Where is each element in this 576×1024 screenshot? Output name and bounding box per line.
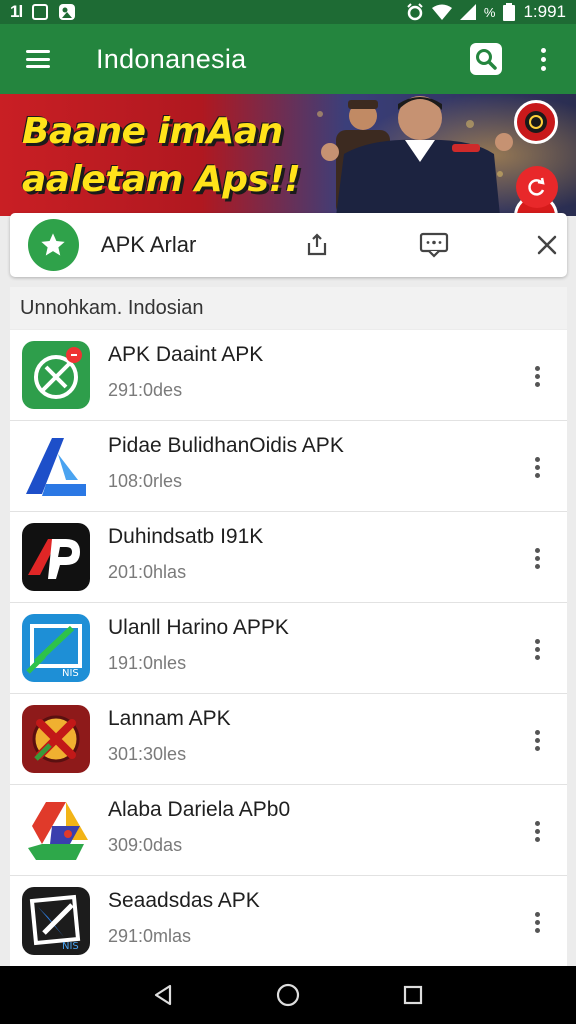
green-compass-icon [22,341,90,409]
app-name: Pidae BulidhanOidis APK [108,434,344,457]
item-more-button[interactable] [521,358,553,394]
list-item[interactable]: APK Daaint APK 291:0des [10,330,567,421]
back-icon [154,984,171,1006]
status-bar: 1l % 1:991 [0,0,576,24]
close-button[interactable] [528,225,567,265]
list-item[interactable]: Lannam APK 301:30les [10,694,567,785]
alarm-icon [407,3,423,21]
more-vert-icon [534,911,540,933]
app-bar: Indonanesia [0,24,576,94]
more-vert-icon [534,547,540,569]
search-button[interactable] [462,24,510,94]
status-time: 1:991 [523,2,566,21]
status-right: % 1:991 [406,2,566,22]
status-left-text: 1l [10,2,23,21]
list-item[interactable]: Pidae BulidhanOidis APK 108:0rles [10,421,567,512]
share-button[interactable] [298,225,337,265]
emblem-icon [525,111,547,133]
list-item[interactable]: NIS Seaadsdas APK 291:0mlas [10,876,567,967]
comment-button[interactable] [415,225,454,265]
card-label: APK Arlar [100,232,197,257]
svg-text:NIS: NIS [62,668,79,679]
status-left: 1l [10,2,76,22]
item-more-button[interactable] [521,631,553,667]
blue-check-icon: NIS [22,614,90,682]
comment-icon [420,232,449,258]
app-title: Indonanesia [96,43,247,74]
app-size: 301:30les [108,744,187,764]
app-size: 291:0mlas [108,926,192,946]
item-more-button[interactable] [521,449,553,485]
banner-action-button[interactable] [516,166,558,208]
close-icon [538,235,557,255]
item-more-button[interactable] [521,813,553,849]
drive-triangle-icon [22,796,90,864]
more-vert-icon [534,365,540,387]
app-size: 291:0des [108,380,183,400]
home-icon [276,983,300,1007]
blue-arrow-icon [22,432,90,500]
app-name: APK Daaint APK [108,343,264,366]
item-more-button[interactable] [521,540,553,576]
apk-download-card: APK Arlar [10,213,567,277]
overflow-menu-button[interactable] [528,24,558,94]
app-size: 108:0rles [108,471,183,491]
red-cross-icon [22,705,90,773]
list-item[interactable]: Duhindsatb I91K 201:0hlas [10,512,567,603]
app-size: 309:0das [108,835,183,855]
dark-bolt-icon: NIS [22,887,90,955]
banner-line-2: aaletam Aps!! [22,159,301,200]
app-name: Alaba Dariela APb0 [108,798,291,821]
signal-icon [459,4,476,20]
menu-button[interactable] [0,24,76,94]
more-vert-icon [534,729,540,751]
more-vert-icon [540,47,546,71]
black-ap-icon [22,523,90,591]
list-item[interactable]: Alaba Dariela APb0 309:0das [10,785,567,876]
wifi-icon [431,4,452,20]
search-icon [470,43,502,75]
star-icon[interactable] [28,219,79,271]
gallery-icon [59,4,76,20]
app-list: APK Daaint APK 291:0des Pidae BulidhanOi… [10,330,567,967]
more-vert-icon [534,638,540,660]
battery-icon [503,3,516,21]
app-name: Lannam APK [108,707,231,730]
notification-icon [32,4,49,20]
banner-headline: Baane imAan aaletam Aps!! [22,108,301,204]
svg-text:NIS: NIS [62,941,79,952]
recents-button[interactable] [389,971,437,1019]
home-button[interactable] [264,971,312,1019]
banner-line-1: Baane imAan [22,111,283,152]
app-name: Seaadsdas APK [108,889,260,912]
promo-banner[interactable]: Baane imAan aaletam Aps!! [0,94,576,216]
system-nav-bar [0,966,576,1024]
more-vert-icon [534,456,540,478]
app-name: Ulanll Harino APPK [108,616,289,639]
item-more-button[interactable] [521,904,553,940]
app-name: Duhindsatb I91K [108,525,264,548]
list-item[interactable]: NIS Ulanll Harino APPK 191:0nles [10,603,567,694]
app-size: 191:0nles [108,653,187,673]
hamburger-icon [26,50,50,68]
battery-percent: % [483,4,496,20]
share-icon [308,233,327,256]
back-button[interactable] [139,971,187,1019]
refresh-icon [528,177,545,196]
more-vert-icon [534,820,540,842]
seal-logo-overlay [514,100,558,144]
app-size: 201:0hlas [108,562,187,582]
recents-icon [404,985,423,1005]
section-header: Unnohkam. Indosian [10,287,567,329]
item-more-button[interactable] [521,722,553,758]
